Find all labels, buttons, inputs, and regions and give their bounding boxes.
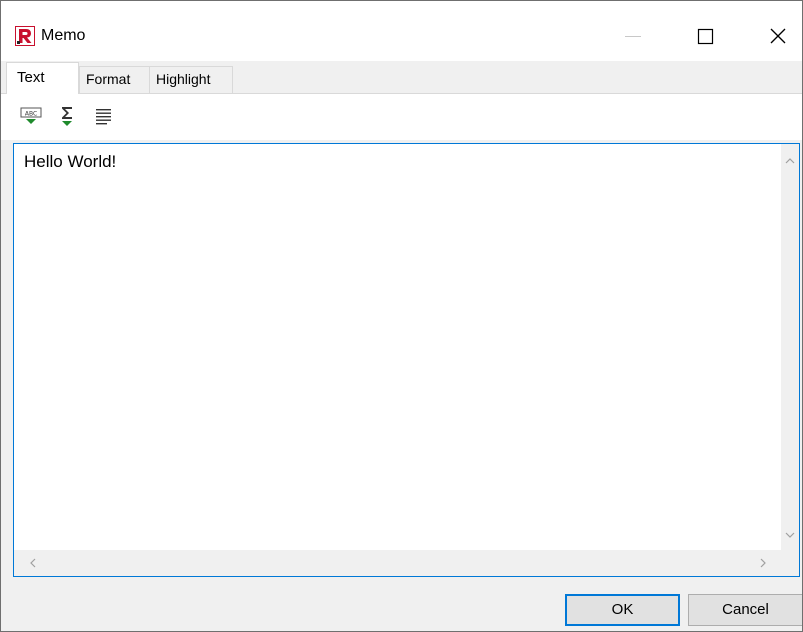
fastreport-r-icon	[15, 26, 35, 46]
scroll-right-icon[interactable]	[756, 556, 770, 570]
memo-text[interactable]: Hello World!	[24, 152, 116, 172]
sum-icon	[62, 107, 72, 126]
horizontal-scrollbar[interactable]	[14, 550, 781, 576]
align-justify-button[interactable]	[93, 105, 117, 129]
toolbar	[1, 94, 802, 140]
sum-button[interactable]	[57, 105, 81, 129]
maximize-icon	[697, 28, 714, 45]
window-title: Memo	[41, 27, 86, 44]
memo-editor[interactable]: Hello World!	[13, 143, 800, 577]
scroll-left-icon[interactable]	[26, 556, 40, 570]
cancel-button[interactable]: Cancel	[688, 594, 802, 626]
svg-text:ABC: ABC	[25, 111, 37, 118]
minimize-button[interactable]	[609, 15, 657, 55]
memo-dialog: Memo Format Highlight Text ABC Hello Wor…	[0, 0, 803, 632]
spell-check-button[interactable]: ABC	[20, 105, 44, 129]
tab-format[interactable]: Format	[79, 66, 150, 93]
title-bar[interactable]: Memo	[1, 1, 802, 61]
maximize-button[interactable]	[681, 15, 729, 55]
tab-text[interactable]: Text	[6, 62, 79, 94]
ok-button[interactable]: OK	[565, 594, 680, 626]
scroll-corner	[781, 550, 799, 576]
scroll-down-icon[interactable]	[783, 528, 797, 542]
tab-highlight[interactable]: Highlight	[149, 66, 233, 93]
close-button[interactable]	[754, 15, 802, 55]
close-icon	[770, 28, 786, 44]
scroll-up-icon[interactable]	[783, 154, 797, 168]
vertical-scrollbar[interactable]	[781, 144, 799, 550]
align-justify-icon	[96, 109, 111, 125]
button-bar	[1, 583, 802, 631]
spell-check-icon: ABC	[20, 107, 42, 124]
minimize-icon	[625, 36, 641, 37]
